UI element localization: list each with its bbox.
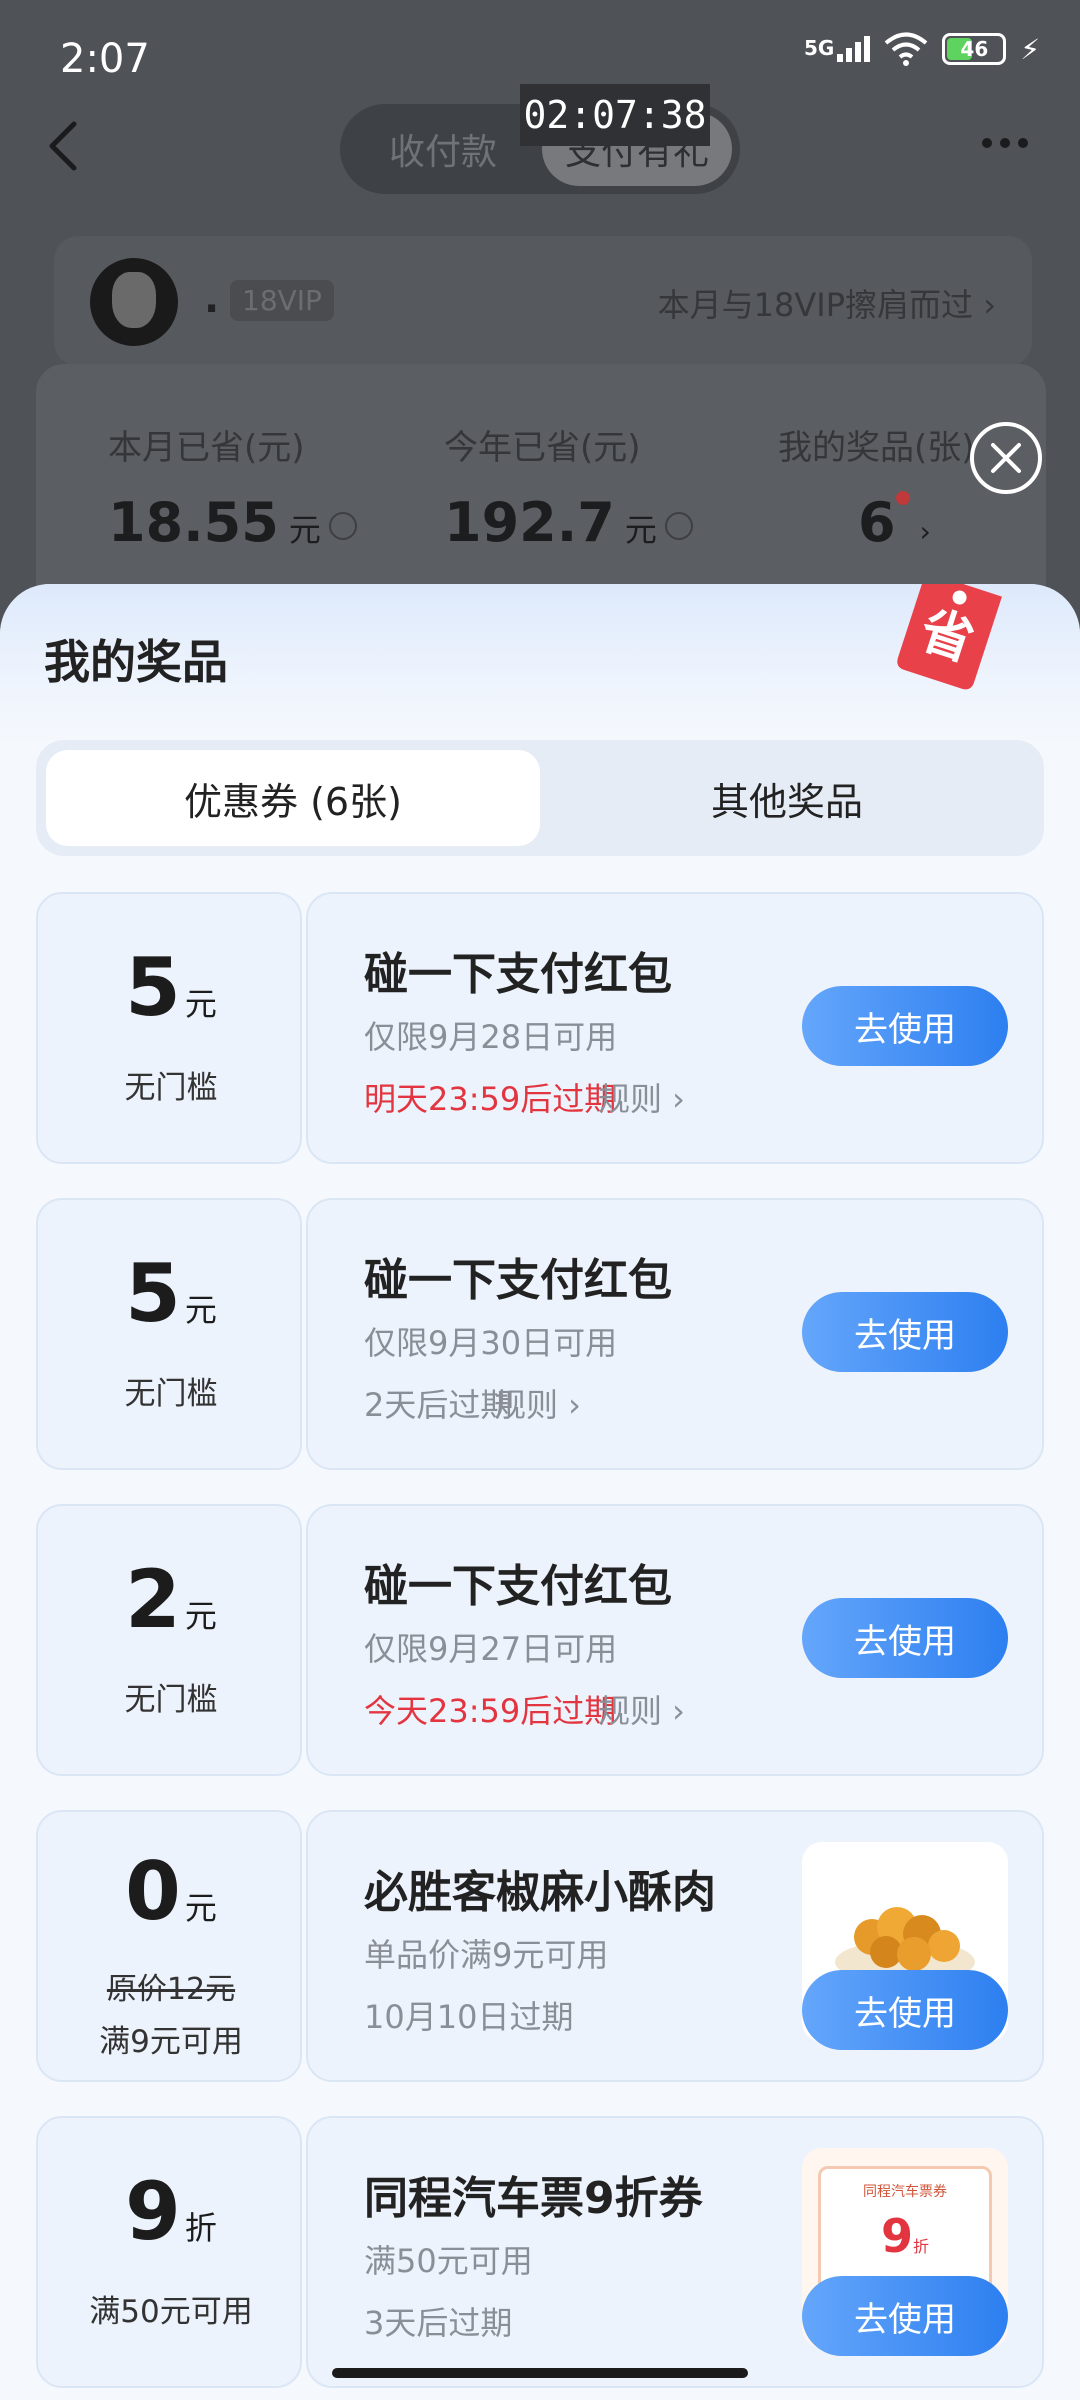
coupon-amount-panel: 0元 原价12元 满9元可用 xyxy=(36,1810,302,2082)
coupon-card: 5元 无门槛 碰一下支付红包 仅限9月30日可用 2天后过期 规则 › 去使用 xyxy=(36,1198,1044,1470)
coupon-expiry: 2天后过期 xyxy=(364,1386,513,1424)
coupon-detail-panel: 碰一下支付红包 仅限9月30日可用 2天后过期 规则 › 去使用 xyxy=(306,1198,1044,1470)
coupon-condition: 满9元可用 xyxy=(99,2024,243,2060)
stat-month-value: 18.55 xyxy=(108,491,279,554)
coupon-title: 碰一下支付红包 xyxy=(364,949,672,1000)
more-options-icon[interactable] xyxy=(982,138,1028,148)
coupon-title: 同程汽车票9折券 xyxy=(364,2173,703,2224)
use-coupon-button[interactable]: 去使用 xyxy=(802,2276,1008,2356)
stat-prizes[interactable]: 我的奖品(张) 6 › xyxy=(778,420,975,554)
prize-sheet: 我的奖品 优惠券 (6张) 其他奖品 5元 无门槛 碰一下支付红包 仅限9月28… xyxy=(0,584,1080,2400)
sheet-title: 我的奖品 xyxy=(44,635,228,689)
stat-month: 本月已省(元) 18.55 元 xyxy=(108,420,357,554)
savings-tag-icon: 省 xyxy=(897,584,1002,690)
coupon-amount: 0 xyxy=(125,1845,181,1938)
coupon-card: 9折 满50元可用 同程汽车票9折券 满50元可用 3天后过期 同程汽车票券 9… xyxy=(36,2116,1044,2388)
vip-status-link[interactable]: 本月与18VIP擦肩而过 › xyxy=(658,280,996,326)
wifi-icon xyxy=(885,32,928,66)
member-name: . xyxy=(204,276,220,322)
use-coupon-button[interactable]: 去使用 xyxy=(802,986,1008,1066)
coupon-detail-panel: 必胜客椒麻小酥肉 单品价满9元可用 10月10日过期 去使用 xyxy=(306,1810,1044,2082)
back-arrow-icon[interactable] xyxy=(44,118,84,174)
use-coupon-button[interactable]: 去使用 xyxy=(802,1292,1008,1372)
help-icon[interactable] xyxy=(664,512,693,541)
coupon-unit: 元 xyxy=(184,1597,217,1635)
status-icons: 5G 46 ⚡ xyxy=(804,32,1040,66)
use-coupon-button[interactable]: 去使用 xyxy=(802,1970,1008,2050)
recording-time-overlay: 02:07:38 xyxy=(520,84,710,146)
ticket-value: 9 xyxy=(880,2209,913,2263)
coupon-condition: 无门槛 xyxy=(124,1682,218,1718)
coupon-detail-panel: 同程汽车票9折券 满50元可用 3天后过期 同程汽车票券 9折 去使用 xyxy=(306,2116,1044,2388)
coupon-expiry: 今天23:59后过期 xyxy=(364,1692,617,1730)
tab-other-prizes[interactable]: 其他奖品 xyxy=(540,750,1034,846)
coupon-amount: 5 xyxy=(125,1247,181,1340)
stat-month-label: 本月已省(元) xyxy=(108,428,305,468)
coupon-title: 碰一下支付红包 xyxy=(364,1255,672,1306)
coupon-detail-panel: 碰一下支付红包 仅限9月28日可用 明天23:59后过期 规则 › 去使用 xyxy=(306,892,1044,1164)
vip-badge: 18VIP xyxy=(230,280,334,321)
battery-level: 46 xyxy=(960,37,989,61)
close-icon[interactable] xyxy=(968,420,1044,496)
stat-year-value: 192.7 xyxy=(444,491,615,554)
coupon-expiry: 明天23:59后过期 xyxy=(364,1080,617,1118)
stat-year-label: 今年已省(元) xyxy=(444,428,641,468)
cellular-signal-icon: 5G xyxy=(803,36,871,62)
coupon-expiry: 3天后过期 xyxy=(364,2304,513,2342)
coupon-detail-panel: 碰一下支付红包 仅限9月27日可用 今天23:59后过期 规则 › 去使用 xyxy=(306,1504,1044,1776)
coupon-amount: 9 xyxy=(125,2165,181,2258)
coupon-amount: 5 xyxy=(125,941,181,1034)
coupon-validity: 仅限9月28日可用 xyxy=(364,1018,618,1056)
coupon-card: 5元 无门槛 碰一下支付红包 仅限9月28日可用 明天23:59后过期 规则 ›… xyxy=(36,892,1044,1164)
savings-stats: 本月已省(元) 18.55 元 今年已省(元) 192.7 元 我的奖品(张) 6 › xyxy=(36,364,1046,614)
status-time: 2:07 xyxy=(60,36,150,82)
coupon-condition: 无门槛 xyxy=(124,1376,218,1412)
stat-year: 今年已省(元) 192.7 元 xyxy=(444,420,693,554)
coupon-condition: 满50元可用 xyxy=(89,2294,253,2330)
coupon-validity: 仅限9月27日可用 xyxy=(364,1630,618,1668)
home-indicator[interactable] xyxy=(332,2368,748,2378)
member-card[interactable]: . 18VIP 本月与18VIP擦肩而过 › xyxy=(54,236,1032,366)
coupon-unit: 元 xyxy=(184,985,217,1023)
coupon-card: 0元 原价12元 满9元可用 必胜客椒麻小酥肉 单品价满9元可用 10月10日过… xyxy=(36,1810,1044,2082)
prize-tabs: 优惠券 (6张) 其他奖品 xyxy=(36,740,1044,856)
stat-prizes-label: 我的奖品(张) xyxy=(778,428,975,468)
coupon-title: 必胜客椒麻小酥肉 xyxy=(364,1867,716,1918)
coupon-amount-panel: 9折 满50元可用 xyxy=(36,2116,302,2388)
coupon-condition: 无门槛 xyxy=(124,1070,218,1106)
coupon-unit: 元 xyxy=(184,1889,217,1927)
tab-coupons[interactable]: 优惠券 (6张) xyxy=(46,750,540,846)
avatar xyxy=(90,258,178,346)
coupon-unit: 元 xyxy=(184,1291,217,1329)
coupon-original-price: 原价12元 xyxy=(106,1972,236,2007)
notification-dot xyxy=(895,491,910,505)
network-type: 5G xyxy=(803,36,835,60)
coupon-card: 2元 无门槛 碰一下支付红包 仅限9月27日可用 今天23:59后过期 规则 ›… xyxy=(36,1504,1044,1776)
coupon-rules-link[interactable]: 规则 › xyxy=(494,1380,581,1426)
tab-payments[interactable]: 收付款 xyxy=(348,112,538,186)
coupon-unit: 折 xyxy=(184,2209,217,2247)
coupon-rules-link[interactable]: 规则 › xyxy=(598,1074,685,1120)
stat-year-unit: 元 xyxy=(624,511,657,549)
use-coupon-button[interactable]: 去使用 xyxy=(802,1598,1008,1678)
stat-prizes-value: 6 xyxy=(858,491,896,554)
ticket-caption: 同程汽车票券 xyxy=(863,2184,947,2200)
coupon-validity: 满50元可用 xyxy=(364,2242,533,2280)
coupon-expiry: 10月10日过期 xyxy=(364,1998,574,2036)
coupon-amount-panel: 5元 无门槛 xyxy=(36,892,302,1164)
coupon-validity: 仅限9月30日可用 xyxy=(364,1324,618,1362)
stat-month-unit: 元 xyxy=(288,511,321,549)
coupon-validity: 单品价满9元可用 xyxy=(364,1936,609,1974)
charging-icon: ⚡ xyxy=(1020,32,1040,66)
coupon-title: 碰一下支付红包 xyxy=(364,1561,672,1612)
coupon-amount-panel: 5元 无门槛 xyxy=(36,1198,302,1470)
coupon-amount-panel: 2元 无门槛 xyxy=(36,1504,302,1776)
coupon-amount: 2 xyxy=(125,1553,181,1646)
battery-icon: 46 xyxy=(942,33,1007,65)
help-icon[interactable] xyxy=(328,512,357,541)
ticket-unit: 折 xyxy=(913,2237,930,2256)
coupon-rules-link[interactable]: 规则 › xyxy=(598,1686,685,1732)
